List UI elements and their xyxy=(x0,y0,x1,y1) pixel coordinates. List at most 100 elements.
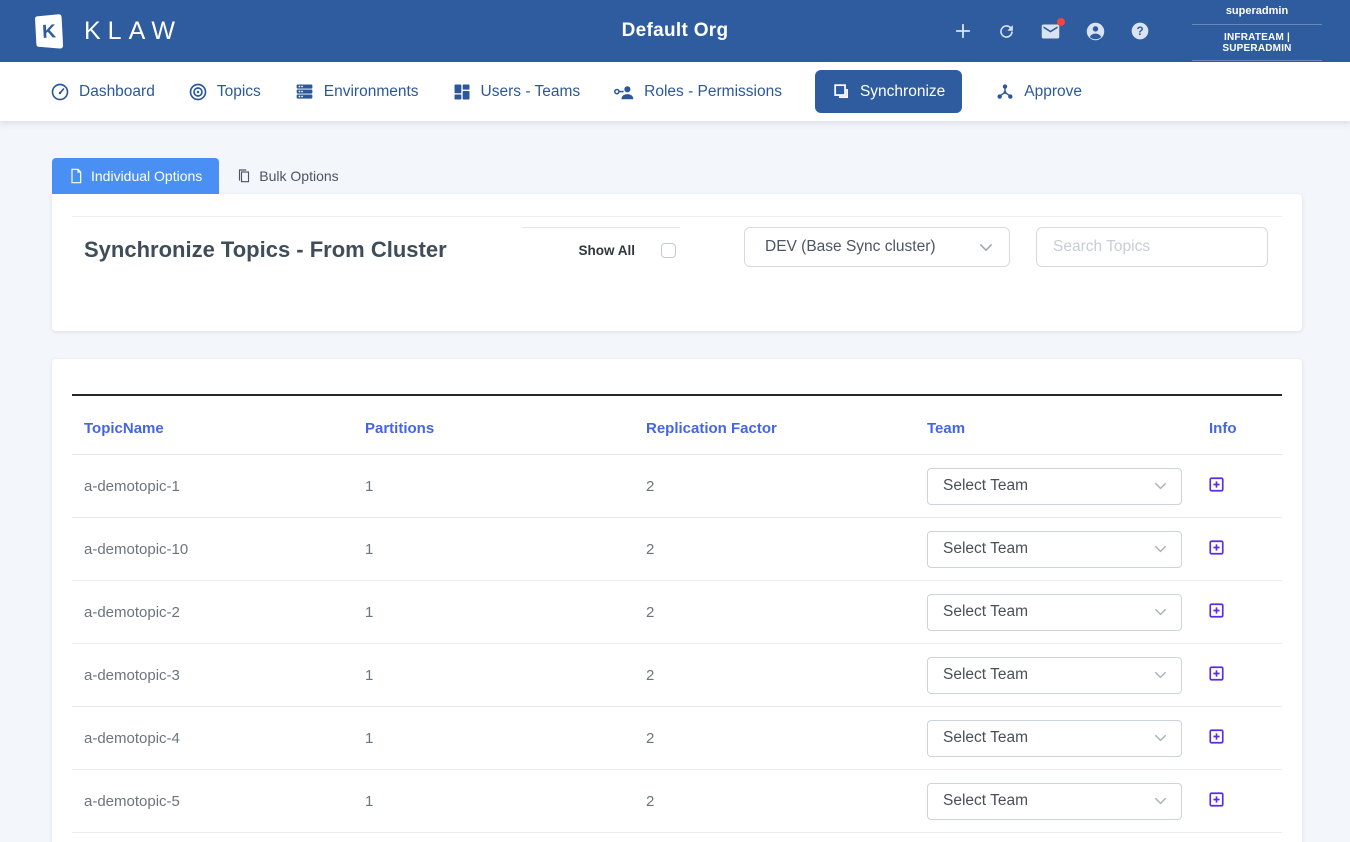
topic-name-cell: a-demotopic-2 xyxy=(72,581,353,644)
refresh-icon[interactable] xyxy=(997,22,1016,41)
nav-item-approve[interactable]: Approve xyxy=(995,82,1082,102)
tab-bulk-options[interactable]: Bulk Options xyxy=(219,158,355,194)
team-select[interactable]: Select Team xyxy=(927,468,1182,505)
nav-label: Users - Teams xyxy=(481,83,581,101)
nav-item-roles-permissions[interactable]: Roles - Permissions xyxy=(613,82,782,102)
table-header-row: TopicName Partitions Replication Factor … xyxy=(72,395,1282,455)
klaw-logo-icon: K xyxy=(30,10,68,52)
page-title: Synchronize Topics - From Cluster xyxy=(84,237,522,263)
nav-label: Topics xyxy=(217,83,261,101)
user-menu[interactable]: superadmin INFRATEAM | SUPERADMIN xyxy=(1192,2,1322,61)
col-team: Team xyxy=(915,395,1197,455)
team-select-placeholder: Select Team xyxy=(943,792,1028,810)
topic-info-plus-icon[interactable] xyxy=(1209,666,1224,681)
team-cell: Select Team xyxy=(915,581,1197,644)
team-cell: Select Team xyxy=(915,644,1197,707)
hub-icon xyxy=(995,82,1015,102)
tab-label: Individual Options xyxy=(91,168,202,184)
team-select-placeholder: Select Team xyxy=(943,540,1028,558)
partitions-cell: 1 xyxy=(353,770,634,833)
replication-factor-cell: 2 xyxy=(634,518,915,581)
nav-item-environments[interactable]: Environments xyxy=(294,81,419,102)
col-info: Info xyxy=(1197,395,1282,455)
col-topicname: TopicName xyxy=(72,395,353,455)
nav-label: Roles - Permissions xyxy=(644,83,782,101)
nav-item-topics[interactable]: Topics xyxy=(188,82,261,102)
overlap-squares-icon xyxy=(832,82,851,101)
team-select[interactable]: Select Team xyxy=(927,657,1182,694)
profile-icon[interactable] xyxy=(1085,21,1106,42)
info-cell xyxy=(1197,770,1282,833)
table-row: a-demotopic-3 1 2 Select Team xyxy=(72,644,1282,707)
table-row: a-demotopic-4 1 2 Select Team xyxy=(72,707,1282,770)
team-cell: Select Team xyxy=(915,455,1197,518)
tab-label: Bulk Options xyxy=(259,168,338,184)
info-cell xyxy=(1197,581,1282,644)
search-topics-input[interactable] xyxy=(1036,227,1268,267)
replication-factor-cell: 2 xyxy=(634,581,915,644)
team-select[interactable]: Select Team xyxy=(927,720,1182,757)
chevron-down-icon xyxy=(1154,734,1167,742)
team-cell: Select Team xyxy=(915,770,1197,833)
grid-tiles-icon xyxy=(452,82,472,102)
topic-name-cell: a-demotopic-5 xyxy=(72,770,353,833)
team-cell: Select Team xyxy=(915,518,1197,581)
topic-name-cell: a-demotopic-4 xyxy=(72,707,353,770)
sync-options-panel: Synchronize Topics - From Cluster Show A… xyxy=(52,194,1302,331)
show-all-group: Show All xyxy=(522,227,680,258)
table-row: a-demotopic-5 1 2 Select Team xyxy=(72,770,1282,833)
topics-table-card: TopicName Partitions Replication Factor … xyxy=(52,359,1302,842)
bullseye-icon xyxy=(188,82,208,102)
document-icon xyxy=(69,168,83,184)
topic-info-plus-icon[interactable] xyxy=(1209,540,1224,555)
col-partitions: Partitions xyxy=(353,395,634,455)
topic-name-cell: a-demotopic-3 xyxy=(72,644,353,707)
chevron-down-icon xyxy=(1154,482,1167,490)
main-content: Individual Options Bulk Options Synchron… xyxy=(0,158,1350,842)
main-nav: Dashboard Topics Environments xyxy=(0,62,1350,121)
server-stack-icon xyxy=(294,81,315,102)
team-select-placeholder: Select Team xyxy=(943,666,1028,684)
chevron-down-icon xyxy=(1154,671,1167,679)
partitions-cell: 1 xyxy=(353,455,634,518)
cluster-select[interactable]: DEV (Base Sync cluster) xyxy=(744,227,1010,267)
partitions-cell: 1 xyxy=(353,581,634,644)
help-icon[interactable]: ? xyxy=(1130,21,1150,41)
nav-label: Approve xyxy=(1024,83,1082,101)
replication-factor-cell: 2 xyxy=(634,707,915,770)
topic-info-plus-icon[interactable] xyxy=(1209,477,1224,492)
documents-copy-icon xyxy=(236,168,251,184)
add-icon[interactable] xyxy=(953,21,973,41)
nav-item-users-teams[interactable]: Users - Teams xyxy=(452,82,581,102)
topic-info-plus-icon[interactable] xyxy=(1209,603,1224,618)
topics-table: TopicName Partitions Replication Factor … xyxy=(72,394,1282,833)
brand-name: KLAW xyxy=(84,17,182,46)
info-cell xyxy=(1197,455,1282,518)
show-all-checkbox[interactable] xyxy=(661,243,676,258)
topic-info-plus-icon[interactable] xyxy=(1209,792,1224,807)
team-select[interactable]: Select Team xyxy=(927,594,1182,631)
nav-label: Synchronize xyxy=(860,83,945,101)
options-tabs: Individual Options Bulk Options xyxy=(52,158,1302,194)
team-select-placeholder: Select Team xyxy=(943,603,1028,621)
partitions-cell: 1 xyxy=(353,707,634,770)
nav-item-dashboard[interactable]: Dashboard xyxy=(50,82,155,102)
table-row: a-demotopic-2 1 2 Select Team xyxy=(72,581,1282,644)
col-replication-factor: Replication Factor xyxy=(634,395,915,455)
team-select[interactable]: Select Team xyxy=(927,783,1182,820)
mail-notification-badge xyxy=(1057,18,1065,26)
chevron-down-icon xyxy=(979,243,993,252)
team-role: INFRATEAM | SUPERADMIN xyxy=(1192,25,1322,61)
team-select[interactable]: Select Team xyxy=(927,531,1182,568)
brand[interactable]: K KLAW xyxy=(30,10,182,52)
topic-info-plus-icon[interactable] xyxy=(1209,729,1224,744)
tab-individual-options[interactable]: Individual Options xyxy=(52,158,219,194)
info-cell xyxy=(1197,707,1282,770)
mail-icon[interactable] xyxy=(1040,21,1061,42)
nav-item-synchronize[interactable]: Synchronize xyxy=(815,70,962,113)
team-select-placeholder: Select Team xyxy=(943,729,1028,747)
info-cell xyxy=(1197,518,1282,581)
replication-factor-cell: 2 xyxy=(634,455,915,518)
partitions-cell: 1 xyxy=(353,644,634,707)
chevron-down-icon xyxy=(1154,797,1167,805)
